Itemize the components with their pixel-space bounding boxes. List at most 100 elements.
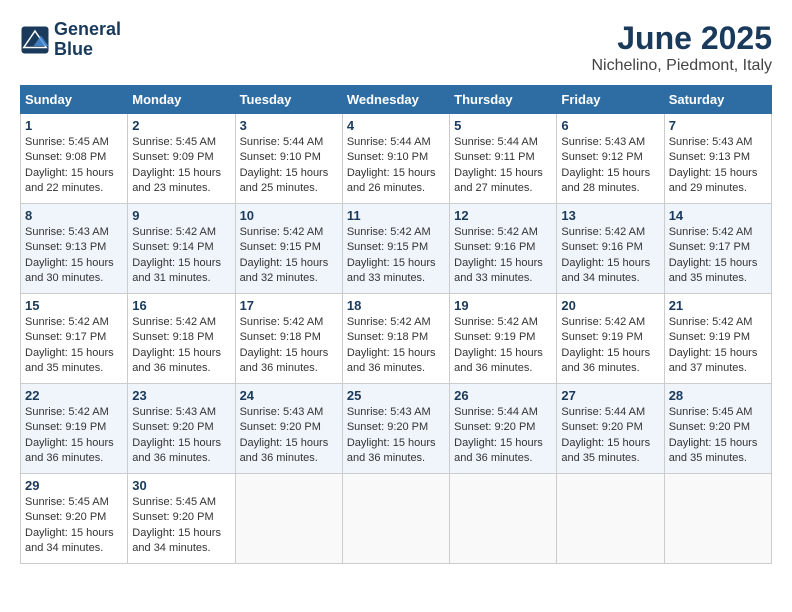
calendar-cell: 23 Sunrise: 5:43 AMSunset: 9:20 PMDayligh…: [128, 384, 235, 474]
day-info: Sunrise: 5:42 AMSunset: 9:19 PMDaylight:…: [669, 315, 767, 377]
day-info: Sunrise: 5:42 AMSunset: 9:19 PMDaylight:…: [25, 405, 123, 467]
day-info: Sunrise: 5:43 AMSunset: 9:13 PMDaylight:…: [669, 135, 767, 197]
logo: General Blue: [20, 20, 121, 60]
page-header: General Blue June 2025 Nichelino, Piedmo…: [20, 20, 772, 75]
day-number: 7: [669, 118, 767, 133]
calendar-cell: 17 Sunrise: 5:42 AMSunset: 9:18 PMDayligh…: [235, 294, 342, 384]
day-info: Sunrise: 5:44 AMSunset: 9:20 PMDaylight:…: [454, 405, 552, 467]
weekday-header: Sunday: [21, 86, 128, 114]
day-info: Sunrise: 5:43 AMSunset: 9:13 PMDaylight:…: [25, 225, 123, 287]
day-info: Sunrise: 5:42 AMSunset: 9:15 PMDaylight:…: [240, 225, 338, 287]
calendar-cell: [235, 474, 342, 564]
calendar-cell: 1 Sunrise: 5:45 AMSunset: 9:08 PMDaylight…: [21, 114, 128, 204]
day-info: Sunrise: 5:42 AMSunset: 9:18 PMDaylight:…: [132, 315, 230, 377]
day-info: Sunrise: 5:42 AMSunset: 9:19 PMDaylight:…: [454, 315, 552, 377]
day-number: 21: [669, 298, 767, 313]
day-number: 4: [347, 118, 445, 133]
day-number: 6: [561, 118, 659, 133]
calendar-cell: 15 Sunrise: 5:42 AMSunset: 9:17 PMDayligh…: [21, 294, 128, 384]
calendar-cell: 20 Sunrise: 5:42 AMSunset: 9:19 PMDayligh…: [557, 294, 664, 384]
day-number: 20: [561, 298, 659, 313]
calendar-cell: 11Sunrise: 5:42 AMSunset: 9:15 PMDayligh…: [342, 204, 449, 294]
day-number: 28: [669, 388, 767, 403]
calendar-cell: 9 Sunrise: 5:42 AMSunset: 9:14 PMDaylight…: [128, 204, 235, 294]
day-number: 15: [25, 298, 123, 313]
calendar-cell: 6Sunrise: 5:43 AMSunset: 9:12 PMDaylight…: [557, 114, 664, 204]
logo-icon: [20, 25, 50, 55]
day-info: Sunrise: 5:44 AMSunset: 9:11 PMDaylight:…: [454, 135, 552, 197]
calendar-cell: 29Sunrise: 5:45 AMSunset: 9:20 PMDayligh…: [21, 474, 128, 564]
day-number: 30: [132, 478, 230, 493]
day-info: Sunrise: 5:42 AMSunset: 9:14 PMDaylight:…: [132, 225, 230, 287]
calendar-cell: 24 Sunrise: 5:43 AMSunset: 9:20 PMDayligh…: [235, 384, 342, 474]
day-number: 3: [240, 118, 338, 133]
calendar-cell: 28 Sunrise: 5:45 AMSunset: 9:20 PMDayligh…: [664, 384, 771, 474]
calendar-week: 1 Sunrise: 5:45 AMSunset: 9:08 PMDaylight…: [21, 114, 772, 204]
calendar-week: 22 Sunrise: 5:42 AMSunset: 9:19 PMDayligh…: [21, 384, 772, 474]
month-title: June 2025: [591, 20, 772, 57]
calendar-cell: 25 Sunrise: 5:43 AMSunset: 9:20 PMDayligh…: [342, 384, 449, 474]
day-info: Sunrise: 5:42 AMSunset: 9:18 PMDaylight:…: [347, 315, 445, 377]
calendar-cell: 21 Sunrise: 5:42 AMSunset: 9:19 PMDayligh…: [664, 294, 771, 384]
calendar-cell: 27Sunrise: 5:44 AMSunset: 9:20 PMDayligh…: [557, 384, 664, 474]
day-info: Sunrise: 5:45 AMSunset: 9:08 PMDaylight:…: [25, 135, 123, 197]
calendar-cell: [342, 474, 449, 564]
day-info: Sunrise: 5:42 AMSunset: 9:17 PMDaylight:…: [25, 315, 123, 377]
day-number: 23: [132, 388, 230, 403]
title-area: June 2025 Nichelino, Piedmont, Italy: [591, 20, 772, 75]
calendar-cell: [450, 474, 557, 564]
calendar-cell: 19 Sunrise: 5:42 AMSunset: 9:19 PMDayligh…: [450, 294, 557, 384]
day-number: 5: [454, 118, 552, 133]
day-info: Sunrise: 5:45 AMSunset: 9:20 PMDaylight:…: [25, 495, 123, 557]
day-number: 9: [132, 208, 230, 223]
day-info: Sunrise: 5:43 AMSunset: 9:20 PMDaylight:…: [132, 405, 230, 467]
calendar-cell: 10 Sunrise: 5:42 AMSunset: 9:15 PMDayligh…: [235, 204, 342, 294]
calendar-cell: 14Sunrise: 5:42 AMSunset: 9:17 PMDayligh…: [664, 204, 771, 294]
calendar-cell: 4Sunrise: 5:44 AMSunset: 9:10 PMDaylight…: [342, 114, 449, 204]
day-number: 24: [240, 388, 338, 403]
weekday-header: Monday: [128, 86, 235, 114]
day-number: 2: [132, 118, 230, 133]
day-number: 10: [240, 208, 338, 223]
location: Nichelino, Piedmont, Italy: [591, 57, 772, 75]
day-number: 14: [669, 208, 767, 223]
day-number: 19: [454, 298, 552, 313]
day-number: 26: [454, 388, 552, 403]
calendar-header: SundayMondayTuesdayWednesdayThursdayFrid…: [21, 86, 772, 114]
weekday-header: Thursday: [450, 86, 557, 114]
calendar-table: SundayMondayTuesdayWednesdayThursdayFrid…: [20, 85, 772, 564]
day-number: 11: [347, 208, 445, 223]
day-number: 1: [25, 118, 123, 133]
day-info: Sunrise: 5:42 AMSunset: 9:16 PMDaylight:…: [561, 225, 659, 287]
calendar-cell: [557, 474, 664, 564]
day-number: 25: [347, 388, 445, 403]
day-number: 13: [561, 208, 659, 223]
weekday-header: Saturday: [664, 86, 771, 114]
weekday-header: Wednesday: [342, 86, 449, 114]
day-info: Sunrise: 5:43 AMSunset: 9:20 PMDaylight:…: [240, 405, 338, 467]
logo-line2: Blue: [54, 40, 121, 60]
day-info: Sunrise: 5:42 AMSunset: 9:18 PMDaylight:…: [240, 315, 338, 377]
calendar-cell: 8 Sunrise: 5:43 AMSunset: 9:13 PMDaylight…: [21, 204, 128, 294]
calendar-cell: 2 Sunrise: 5:45 AMSunset: 9:09 PMDaylight…: [128, 114, 235, 204]
day-number: 18: [347, 298, 445, 313]
calendar-week: 29Sunrise: 5:45 AMSunset: 9:20 PMDayligh…: [21, 474, 772, 564]
day-info: Sunrise: 5:45 AMSunset: 9:09 PMDaylight:…: [132, 135, 230, 197]
calendar-cell: 18 Sunrise: 5:42 AMSunset: 9:18 PMDayligh…: [342, 294, 449, 384]
calendar-cell: 7 Sunrise: 5:43 AMSunset: 9:13 PMDaylight…: [664, 114, 771, 204]
calendar-week: 8 Sunrise: 5:43 AMSunset: 9:13 PMDaylight…: [21, 204, 772, 294]
day-info: Sunrise: 5:44 AMSunset: 9:10 PMDaylight:…: [240, 135, 338, 197]
day-number: 22: [25, 388, 123, 403]
calendar-week: 15 Sunrise: 5:42 AMSunset: 9:17 PMDayligh…: [21, 294, 772, 384]
calendar-cell: 3 Sunrise: 5:44 AMSunset: 9:10 PMDaylight…: [235, 114, 342, 204]
day-number: 27: [561, 388, 659, 403]
calendar-cell: 26 Sunrise: 5:44 AMSunset: 9:20 PMDayligh…: [450, 384, 557, 474]
day-number: 8: [25, 208, 123, 223]
day-info: Sunrise: 5:45 AMSunset: 9:20 PMDaylight:…: [132, 495, 230, 557]
day-info: Sunrise: 5:45 AMSunset: 9:20 PMDaylight:…: [669, 405, 767, 467]
day-info: Sunrise: 5:42 AMSunset: 9:19 PMDaylight:…: [561, 315, 659, 377]
calendar-cell: [664, 474, 771, 564]
day-number: 17: [240, 298, 338, 313]
day-info: Sunrise: 5:43 AMSunset: 9:20 PMDaylight:…: [347, 405, 445, 467]
calendar-cell: 12Sunrise: 5:42 AMSunset: 9:16 PMDayligh…: [450, 204, 557, 294]
